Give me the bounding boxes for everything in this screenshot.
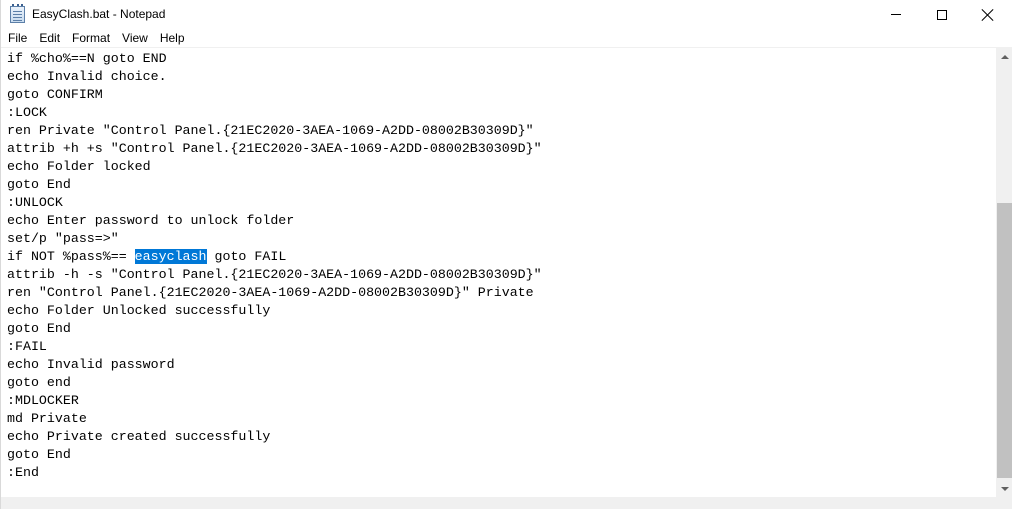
vertical-scrollbar[interactable] [996,48,1012,497]
code-line: :End [7,465,39,480]
horizontal-scrollbar[interactable] [1,497,996,509]
line-prefix: if NOT %pass%== [7,249,135,264]
code-line: goto end [7,375,71,390]
code-line: :UNLOCK [7,195,63,210]
window-title: EasyClash.bat - Notepad [32,7,166,21]
code-line: goto End [7,447,71,462]
maximize-icon [937,9,947,20]
menu-bar: File Edit Format View Help [1,29,1012,48]
code-line: goto End [7,177,71,192]
menu-file[interactable]: File [2,29,33,48]
menu-view[interactable]: View [116,29,154,48]
code-line: ren Private "Control Panel.{21EC2020-3AE… [7,123,534,138]
code-line: goto End [7,321,71,336]
notepad-icon [10,4,25,23]
minimize-button[interactable] [873,0,919,29]
notepad-window: EasyClash.bat - Notepad File Edit Format… [0,0,1012,509]
close-button[interactable] [965,0,1011,29]
code-line: :FAIL [7,339,47,354]
code-line: echo Folder locked [7,159,151,174]
minimize-icon [891,14,901,15]
code-line: echo Folder Unlocked successfully [7,303,271,318]
code-line: attrib -h -s "Control Panel.{21EC2020-3A… [7,267,542,282]
code-line: echo Enter password to unlock folder [7,213,295,228]
code-line: if %cho%==N goto END [7,51,167,66]
menu-edit[interactable]: Edit [33,29,66,48]
line-suffix: goto FAIL [206,249,287,264]
maximize-button[interactable] [919,0,965,29]
code-line: echo Invalid choice. [7,69,167,84]
code-line: echo Invalid password [7,357,175,372]
text-editor[interactable]: if %cho%==N goto END echo Invalid choice… [1,48,996,497]
code-line: :MDLOCKER [7,393,79,408]
chevron-up-icon [1000,54,1009,59]
scrollbar-thumb[interactable] [997,203,1012,478]
code-line: echo Private created successfully [7,429,271,444]
title-bar[interactable]: EasyClash.bat - Notepad [1,0,1012,29]
selected-text[interactable]: easyclash [134,249,207,264]
code-line: md Private [7,411,87,426]
close-icon [982,9,994,21]
code-line: :LOCK [7,105,47,120]
menu-format[interactable]: Format [66,29,116,48]
code-line-selected: if NOT %pass%== easyclash goto FAIL [7,248,286,266]
scroll-down-button[interactable] [996,480,1012,497]
code-line: goto CONFIRM [7,87,103,102]
code-line: attrib +h +s "Control Panel.{21EC2020-3A… [7,141,542,156]
scroll-up-button[interactable] [996,48,1012,65]
code-line: ren "Control Panel.{21EC2020-3AEA-1069-A… [7,285,534,300]
scrollbar-corner [996,497,1012,509]
menu-help[interactable]: Help [154,29,191,48]
chevron-down-icon [1000,486,1009,491]
code-line: set/p "pass=>" [7,231,119,246]
